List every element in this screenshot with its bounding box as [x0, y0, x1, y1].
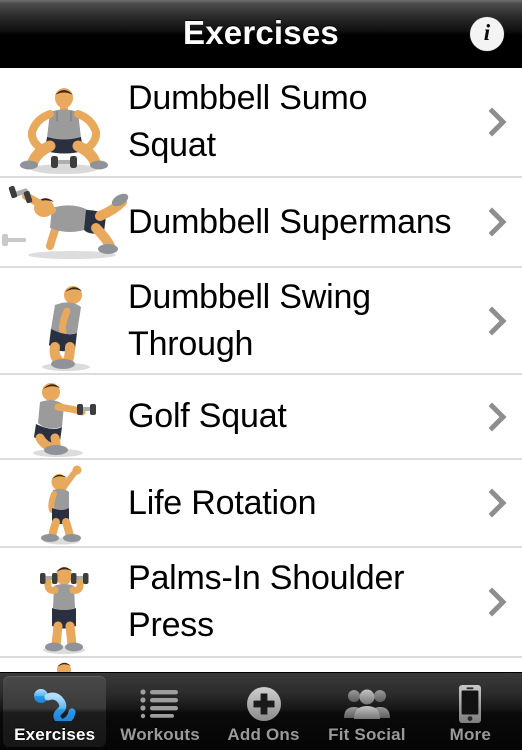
list-item-title: Dumbbell Sumo Squat	[128, 79, 368, 164]
life-rotation-figure-thumbnail	[0, 460, 128, 546]
list-item-title: Dumbbell Swing Through	[128, 277, 371, 363]
list-item[interactable]: Golf Squat	[0, 375, 522, 460]
list-item[interactable]: Dumbbell Sumo Squat	[0, 68, 522, 178]
golf-squat-figure-icon	[33, 383, 96, 457]
list-item[interactable]: Dumbbell Swing Through	[0, 268, 522, 375]
golf-squat-figure-thumbnail	[0, 375, 128, 458]
list-item-title: Dumbbell Supermans	[128, 202, 452, 241]
exercise-list[interactable]: Dumbbell Sumo Squat Dumbbell Supermans D…	[0, 68, 522, 672]
disclosure-chevron-icon[interactable]	[474, 488, 522, 518]
tab-more[interactable]: More	[419, 673, 522, 750]
partial-figure-thumbnail	[0, 658, 128, 672]
shoulder-press-figure-icon	[40, 567, 89, 654]
disclosure-chevron-icon[interactable]	[474, 401, 522, 432]
app-root: Exercises i Dumbbell Sumo Squat Dumbbell…	[0, 0, 522, 750]
sumo-squat-figure-icon	[20, 88, 108, 174]
tab-label: Exercises	[14, 724, 96, 744]
supermans-figure-thumbnail	[0, 178, 129, 266]
sumo-squat-figure-thumbnail	[0, 68, 128, 176]
tab-label: Fit Social	[328, 724, 406, 744]
tab-exercises[interactable]: Exercises	[3, 676, 107, 747]
tab-workouts[interactable]: Workouts	[108, 673, 211, 750]
list-item[interactable]: Dumbbell Supermans	[0, 178, 522, 268]
list-item-partial[interactable]	[0, 658, 522, 672]
disclosure-chevron-icon[interactable]	[474, 587, 522, 617]
life-rotation-figure-icon	[41, 465, 82, 545]
navigation-bar: Exercises i	[0, 0, 522, 68]
disclosure-chevron-icon[interactable]	[474, 305, 522, 336]
tab-bar: Exercises Workouts Add Ons Fit Social Mo…	[0, 672, 522, 750]
iphone-icon	[455, 684, 485, 724]
plus-circle-icon	[245, 684, 283, 724]
list-item-title: Palms-In Shoulder Press	[128, 559, 405, 644]
swing-through-figure-thumbnail	[0, 268, 128, 373]
disclosure-chevron-icon[interactable]	[474, 207, 522, 237]
disclosure-chevron-icon[interactable]	[474, 107, 522, 137]
tab-fit-social[interactable]: Fit Social	[315, 673, 418, 750]
list-item-title: Life Rotation	[128, 483, 317, 522]
tab-label: More	[449, 724, 492, 744]
sit-up-person-icon	[31, 684, 79, 724]
list-item[interactable]: Life Rotation	[0, 460, 522, 548]
shoulder-press-figure-thumbnail	[0, 548, 128, 656]
supermans-figure-icon	[2, 185, 129, 259]
partial-figure-icon	[57, 662, 71, 672]
info-icon-glyph: i	[483, 20, 491, 45]
info-icon[interactable]: i	[470, 16, 504, 51]
tab-label: Workouts	[120, 724, 200, 744]
tab-add-ons[interactable]: Add Ons	[212, 673, 315, 750]
people-group-icon	[343, 684, 391, 724]
list-item-title: Golf Squat	[128, 397, 287, 435]
tab-label: Add Ons	[227, 724, 300, 744]
list-item[interactable]: Palms-In Shoulder Press	[0, 548, 522, 658]
bulleted-list-icon	[138, 684, 182, 724]
swing-through-figure-icon	[42, 286, 90, 371]
page-title: Exercises	[183, 14, 339, 51]
